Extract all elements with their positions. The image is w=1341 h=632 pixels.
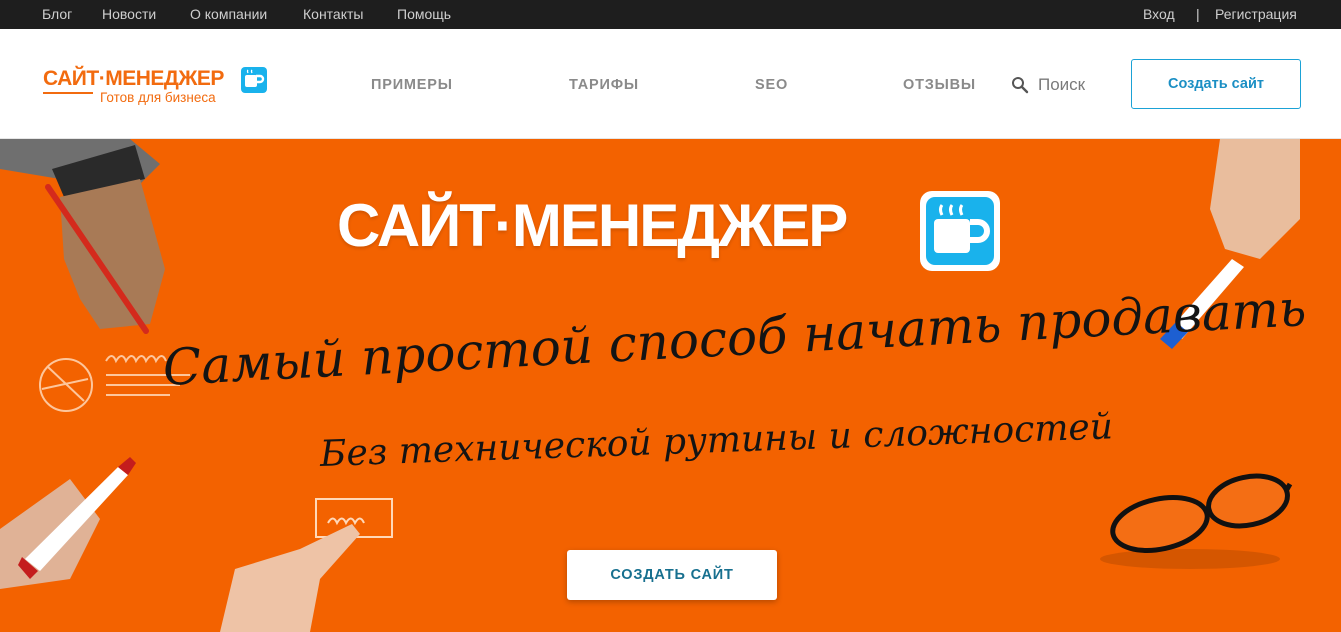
coffee-cup-p-icon — [241, 67, 267, 93]
nav-pricing[interactable]: ТАРИФЫ — [569, 77, 639, 93]
nav-seo[interactable]: SEO — [755, 77, 788, 93]
topbar-link-contacts[interactable]: Контакты — [303, 6, 363, 22]
hero-create-site-button[interactable]: СОЗДАТЬ САЙТ — [567, 550, 777, 600]
topbar-link-news[interactable]: Новости — [102, 6, 156, 22]
topbar-link-blog[interactable]: Блог — [42, 6, 72, 22]
nav-reviews[interactable]: ОТЗЫВЫ — [903, 77, 976, 93]
hero-title: САЙТ·МЕНЕДЖЕР — [337, 192, 848, 259]
glasses-illustration — [1110, 473, 1293, 553]
logo-underline — [43, 92, 93, 94]
top-bar: Блог Новости О компании Контакты Помощь … — [0, 0, 1341, 29]
hand-with-pencil-illustration — [0, 139, 165, 334]
topbar-login-link[interactable]: Вход — [1143, 6, 1175, 22]
topbar-link-help[interactable]: Помощь — [397, 6, 451, 22]
nav-examples[interactable]: ПРИМЕРЫ — [371, 77, 453, 93]
site-header: САЙТ·МЕНЕДЖЕР Готов для бизнеса ПРИМЕРЫ … — [0, 29, 1341, 139]
search-input[interactable]: Поиск — [1038, 75, 1085, 95]
topbar-link-about[interactable]: О компании — [190, 6, 267, 22]
coffee-cup-p-icon — [920, 191, 1000, 271]
create-site-button[interactable]: Создать сайт — [1131, 59, 1301, 109]
topbar-separator: | — [1196, 6, 1200, 22]
logo[interactable]: САЙТ·МЕНЕДЖЕР — [43, 67, 224, 91]
search-icon[interactable] — [1011, 76, 1029, 94]
logo-tagline: Готов для бизнеса — [100, 90, 216, 105]
pointing-hand-illustration — [220, 498, 393, 632]
topbar-register-link[interactable]: Регистрация — [1215, 6, 1297, 22]
hero-banner: САЙТ·МЕНЕДЖЕР Самый простой способ начат… — [0, 139, 1341, 632]
hand-with-marker-illustration — [0, 457, 136, 589]
